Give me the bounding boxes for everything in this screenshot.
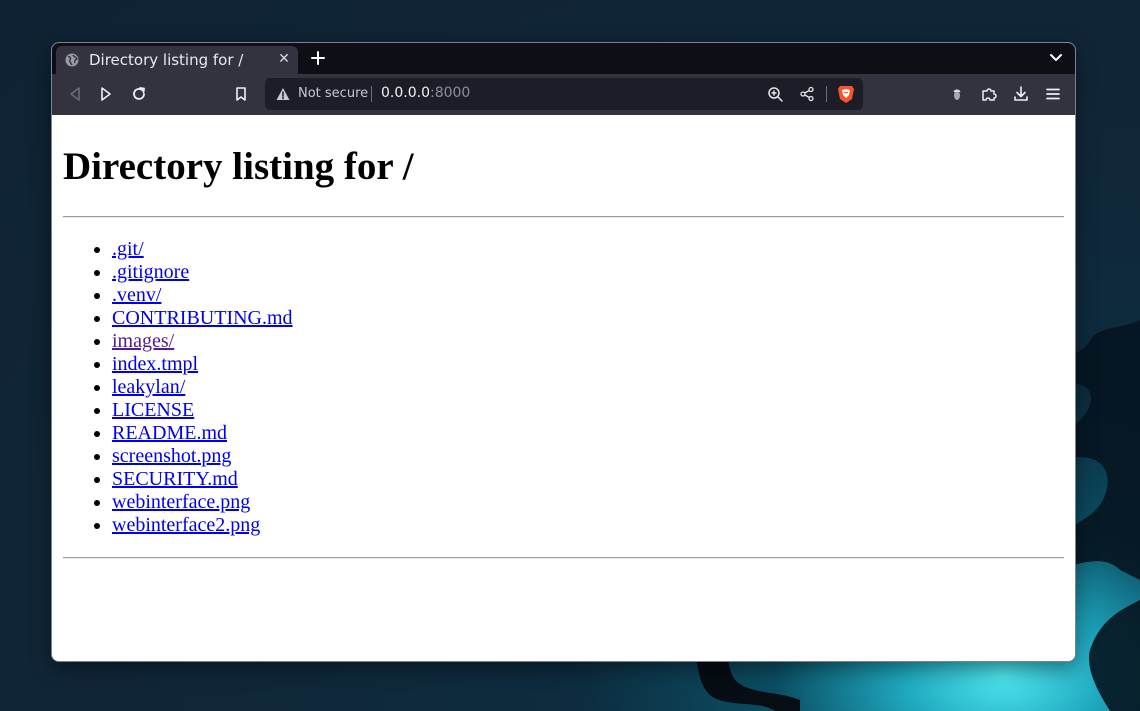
list-item: .gitignore: [112, 261, 293, 284]
file-link[interactable]: images/: [112, 330, 174, 352]
tab-strip: Directory listing for / ✕: [52, 43, 1075, 74]
file-link[interactable]: screenshot.png: [112, 445, 231, 467]
list-item: README.md: [112, 422, 293, 445]
file-link[interactable]: LICENSE: [112, 399, 194, 421]
globe-icon: [65, 53, 79, 67]
page-title: Directory listing for /: [63, 145, 414, 188]
address-bar[interactable]: Not secure 0.0.0.0:8000: [265, 78, 863, 110]
chevron-down-icon[interactable]: [1049, 52, 1063, 64]
share-icon[interactable]: [799, 86, 815, 102]
page-content: Directory listing for / .git/.gitignore.…: [52, 115, 1075, 661]
file-link[interactable]: index.tmpl: [112, 353, 198, 375]
zoom-icon[interactable]: [767, 86, 783, 102]
list-item: LICENSE: [112, 399, 293, 422]
browser-window: Directory listing for / ✕ Not secure 0.0…: [51, 42, 1076, 662]
address-divider-right: [826, 86, 827, 102]
close-tab-icon[interactable]: ✕: [276, 51, 292, 67]
list-item: index.tmpl: [112, 353, 293, 376]
bookmark-icon[interactable]: [232, 85, 250, 103]
file-link[interactable]: CONTRIBUTING.md: [112, 307, 293, 329]
brave-shields-icon[interactable]: [837, 84, 855, 104]
list-item: webinterface2.png: [112, 514, 293, 537]
reload-icon[interactable]: [130, 85, 148, 103]
file-link[interactable]: webinterface.png: [112, 491, 250, 513]
file-link[interactable]: .git/: [112, 238, 144, 260]
tab-directory-listing[interactable]: Directory listing for / ✕: [56, 46, 298, 74]
list-item: leakylan/: [112, 376, 293, 399]
list-item: CONTRIBUTING.md: [112, 307, 293, 330]
file-link[interactable]: webinterface2.png: [112, 514, 260, 536]
bottom-divider: [63, 557, 1064, 559]
file-link[interactable]: README.md: [112, 422, 227, 444]
extensions-puzzle-icon[interactable]: [980, 85, 998, 103]
list-item: SECURITY.md: [112, 468, 293, 491]
file-link[interactable]: .gitignore: [112, 261, 189, 283]
url-text[interactable]: 0.0.0.0:8000: [381, 85, 470, 101]
security-status-label[interactable]: Not secure: [298, 86, 368, 101]
list-item: screenshot.png: [112, 445, 293, 468]
list-item: images/: [112, 330, 293, 353]
navigation-toolbar: Not secure 0.0.0.0:8000: [52, 74, 1075, 115]
forward-icon[interactable]: [97, 85, 115, 103]
list-item: .git/: [112, 238, 293, 261]
list-item: .venv/: [112, 284, 293, 307]
menu-hamburger-icon[interactable]: [1044, 85, 1062, 103]
url-port: :8000: [429, 85, 471, 101]
directory-list: .git/.gitignore.venv/CONTRIBUTING.mdimag…: [92, 238, 293, 537]
file-link[interactable]: .venv/: [112, 284, 161, 306]
file-link[interactable]: SECURITY.md: [112, 468, 238, 490]
list-item: webinterface.png: [112, 491, 293, 514]
top-divider: [63, 216, 1064, 218]
download-icon[interactable]: [1012, 85, 1030, 103]
url-host: 0.0.0.0: [381, 85, 430, 101]
warning-triangle-icon[interactable]: [276, 87, 290, 101]
file-link[interactable]: leakylan/: [112, 376, 185, 398]
tab-title: Directory listing for /: [89, 51, 244, 69]
address-divider: [371, 86, 372, 102]
new-tab-plus-icon[interactable]: [309, 49, 327, 67]
back-icon[interactable]: [66, 85, 84, 103]
extension-acorn-icon[interactable]: [948, 85, 966, 103]
